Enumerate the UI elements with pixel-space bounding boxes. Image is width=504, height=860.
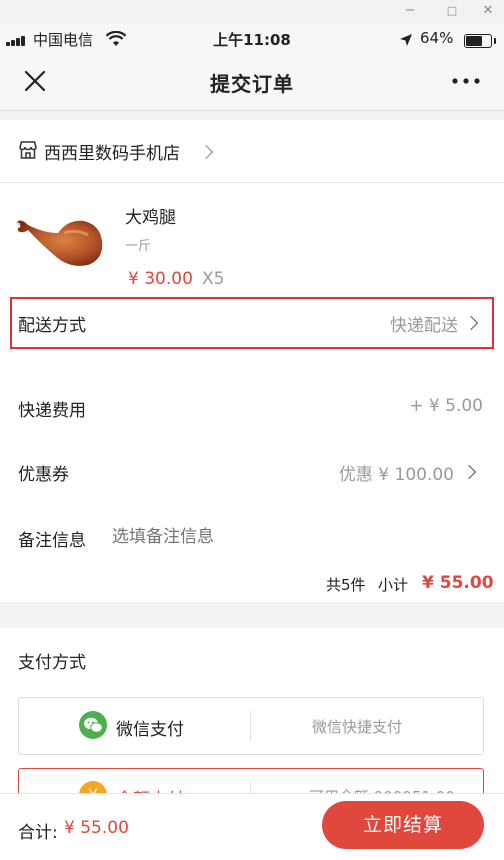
store-row[interactable]: 西西里数码手机店 [0,120,504,182]
submit-order-button[interactable]: 立即结算 [322,801,484,849]
product-item: 大鸡腿 一斤 ¥ 30.00 X5 [0,183,504,295]
coupon-label: 优惠券 [18,465,69,485]
coupon-value: 优惠 ¥ 100.00 [338,465,454,485]
wechat-pay-desc: 微信快捷支付 [312,718,403,736]
chevron-right-icon [198,144,214,160]
subtotal-row: 共5件 小计 ¥ 55.00 [0,570,504,598]
shipping-fee-row: 快递费用 + ¥ 5.00 [0,380,504,430]
window-titlebar: − □ ✕ [0,0,504,24]
window-close-button[interactable]: ✕ [478,2,498,20]
battery-percent: 64% [420,29,454,47]
divider [250,711,251,741]
battery-icon [464,34,496,48]
subtotal-amount: ¥ 55.00 [422,573,494,593]
product-price: ¥ 30.00 [128,269,193,289]
coupon-row[interactable]: 优惠券 优惠 ¥ 100.00 [0,444,504,494]
delivery-method-row[interactable]: 配送方式 快递配送 [10,297,494,349]
item-count: 共5件 [326,576,366,594]
product-name: 大鸡腿 [125,208,176,228]
delivery-value: 快递配送 [390,316,458,336]
remark-row: 备注信息 [0,510,504,560]
store-icon [19,141,37,159]
store-name: 西西里数码手机店 [44,144,180,164]
remark-input[interactable] [110,522,474,552]
wechat-pay-label: 微信支付 [116,720,184,740]
status-bar: 中国电信 上午11:08 64% [0,24,504,54]
wechat-icon [79,711,107,739]
payment-title: 支付方式 [18,653,86,673]
minimize-button[interactable]: − [400,2,420,20]
subtotal-label: 小计 [378,576,409,594]
chevron-right-icon [463,315,479,331]
remark-label: 备注信息 [18,531,86,551]
navigation-bar: 提交订单 [0,54,504,111]
chevron-right-icon [461,464,477,480]
total-label: 合计: [18,823,58,843]
shipping-label: 快递费用 [18,401,86,421]
product-spec: 一斤 [125,239,152,254]
page-title: 提交订单 [210,72,294,96]
total-amount: ¥ 55.00 [64,818,129,838]
product-image [16,220,103,266]
shipping-value: + ¥ 5.00 [409,396,483,416]
more-icon[interactable] [452,78,480,84]
maximize-button[interactable]: □ [442,2,462,20]
location-icon [400,34,412,46]
product-quantity: X5 [202,269,225,289]
delivery-label: 配送方式 [18,316,86,336]
wechat-pay-option[interactable]: 微信支付 微信快捷支付 [18,697,484,755]
